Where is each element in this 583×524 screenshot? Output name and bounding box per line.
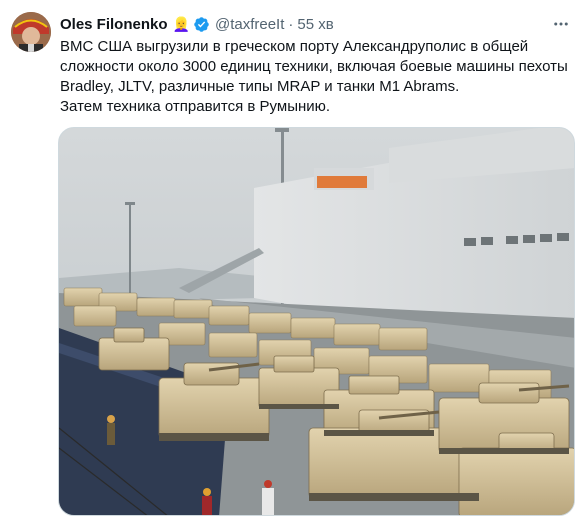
tweet-text-line: Bradley, JLTV, различные типы MRAP и тан… — [60, 78, 460, 95]
tweet-card[interactable]: Oles Filonenko 👱‍♀️ @taxfreeIt · 55 хв В… — [0, 0, 583, 524]
author-avatar[interactable] — [11, 12, 51, 52]
tweet-text-line: ВМС США выгрузили в греческом порту Алек… — [60, 38, 529, 55]
more-options-icon[interactable] — [551, 14, 571, 34]
author-handle[interactable]: @taxfreeIt — [215, 16, 284, 33]
photo-port-vehicles — [59, 128, 574, 515]
author-name[interactable]: Oles Filonenko — [60, 16, 168, 33]
verified-badge-icon — [193, 16, 210, 33]
tweet-text-line: сложности около 3000 единиц техники, вкл… — [60, 58, 568, 75]
tweet-header: Oles Filonenko 👱‍♀️ @taxfreeIt · 55 хв — [60, 14, 571, 34]
author-emoji: 👱‍♀️ — [172, 15, 190, 32]
tweet-timestamp[interactable]: 55 хв — [297, 16, 333, 33]
tweet-text: ВМС США выгрузили в греческом порту Алек… — [60, 37, 575, 117]
tweet-photo[interactable] — [58, 127, 575, 516]
separator-dot: · — [288, 15, 294, 33]
tweet-text-line: Затем техника отправится в Румынию. — [60, 98, 331, 115]
